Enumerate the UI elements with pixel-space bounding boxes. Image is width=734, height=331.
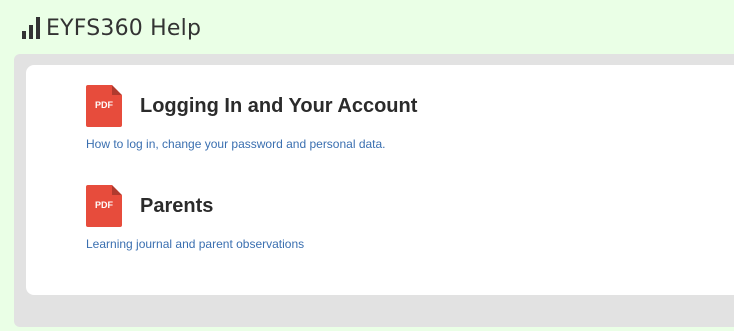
- pdf-icon-label: PDF: [95, 100, 113, 110]
- signal-bars-icon: [22, 17, 40, 39]
- document-title[interactable]: Parents: [140, 195, 213, 218]
- document-title[interactable]: Logging In and Your Account: [140, 95, 417, 118]
- pdf-icon[interactable]: PDF: [86, 185, 122, 227]
- document-description[interactable]: Learning journal and parent observations: [86, 237, 304, 251]
- help-documents-card: PDF Logging In and Your Account How to l…: [26, 65, 734, 295]
- app-title: EYFS360 Help: [46, 15, 202, 41]
- pdf-icon[interactable]: PDF: [86, 85, 122, 127]
- app-header: EYFS360 Help: [22, 12, 201, 44]
- document-item-parents: PDF Parents Learning journal and parent …: [86, 185, 304, 251]
- pdf-icon-label: PDF: [95, 200, 113, 210]
- document-description[interactable]: How to log in, change your password and …: [86, 137, 417, 151]
- document-item-logging-in: PDF Logging In and Your Account How to l…: [86, 85, 417, 151]
